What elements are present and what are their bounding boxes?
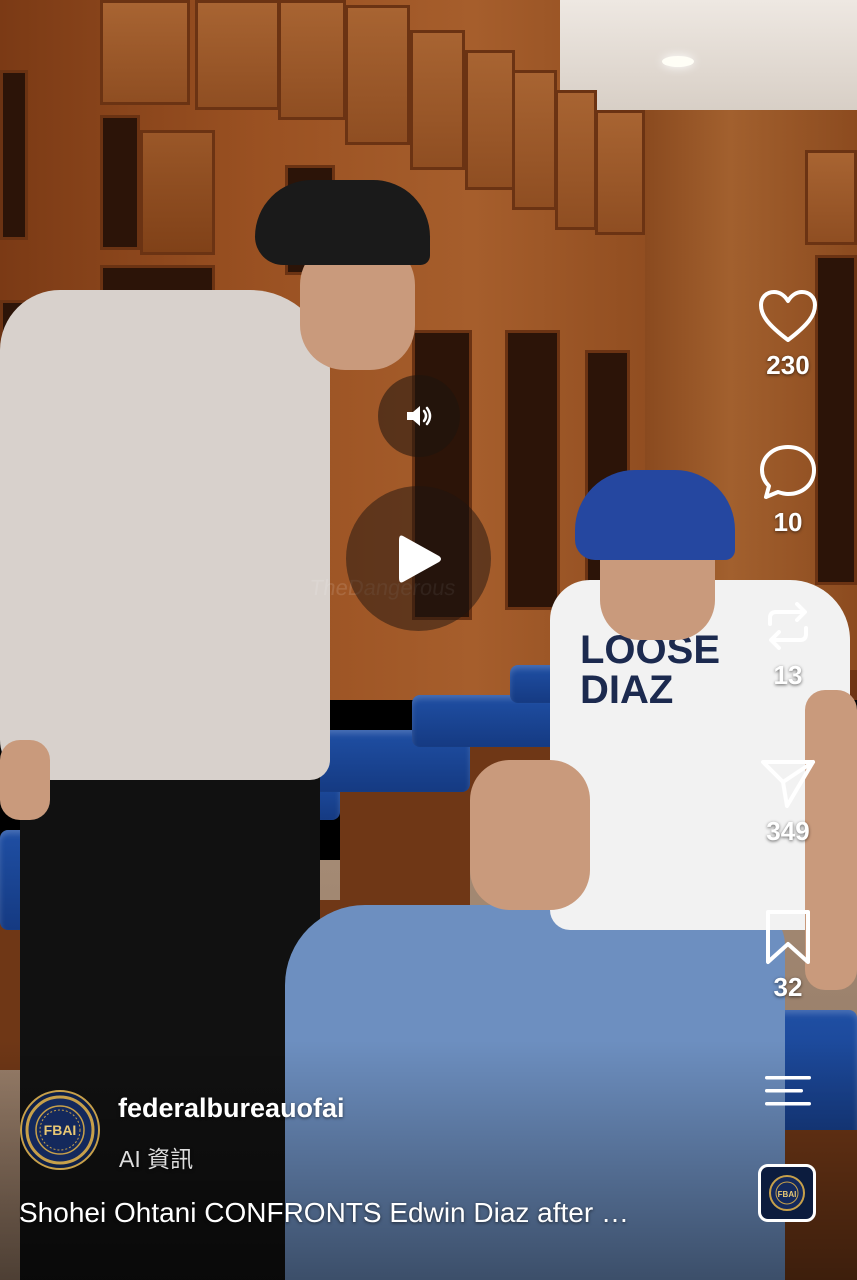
repost-icon[interactable]: [760, 598, 816, 654]
fbai-seal-logo: FBAI: [769, 1175, 805, 1211]
share-count: 349: [766, 816, 810, 846]
svg-text:FBAI: FBAI: [778, 1190, 797, 1199]
like-count: 230: [766, 350, 810, 380]
repost-count: 13: [773, 660, 803, 690]
share-action: 349: [752, 754, 824, 847]
reel-viewer: LOOSE DIAZ TheDangerous: [0, 0, 857, 1280]
comment-bubble-icon[interactable]: [758, 443, 818, 501]
save-action: 32: [752, 908, 824, 1003]
mute-button[interactable]: [378, 375, 460, 457]
shirt-line-2: DIAZ: [580, 668, 674, 712]
arm: [470, 760, 590, 910]
cabinet-door: [595, 110, 645, 235]
cabinet-door: [345, 5, 410, 145]
svg-text:FBAI: FBAI: [44, 1122, 77, 1138]
play-icon: [398, 535, 441, 582]
ceiling: [560, 0, 857, 110]
post-caption[interactable]: Shohei Ohtani CONFRONTS Edwin Diaz after…: [19, 1197, 709, 1229]
speaker-icon: [407, 406, 432, 426]
cabinet-door: [805, 150, 857, 245]
save-count: 32: [773, 972, 803, 1002]
like-action: 230: [752, 288, 824, 381]
locker-cubby: [100, 115, 140, 250]
heart-icon[interactable]: [757, 288, 819, 344]
play-button[interactable]: [346, 486, 491, 631]
cabinet-door: [512, 70, 557, 210]
bookmark-icon[interactable]: [762, 908, 814, 966]
username-link[interactable]: federalbureauofai: [118, 1093, 345, 1124]
hand: [0, 740, 50, 820]
cabinet-door: [555, 90, 597, 230]
repost-action: 13: [752, 598, 824, 691]
black-cap: [255, 180, 430, 265]
menu-icon[interactable]: [765, 1076, 811, 1106]
locker-cubby: [140, 130, 215, 255]
blue-cap: [575, 470, 735, 560]
audio-thumbnail[interactable]: FBAI: [758, 1164, 816, 1222]
locker-cubby: [0, 70, 28, 240]
shirt-lettering: LOOSE DIAZ: [580, 630, 720, 710]
locker-cubby: [505, 330, 560, 610]
avatar[interactable]: FBAI: [20, 1090, 100, 1170]
account-subtitle: AI 資訊: [119, 1146, 194, 1172]
send-icon[interactable]: [759, 754, 817, 810]
cabinet-door: [278, 0, 346, 120]
fbai-seal-logo: FBAI: [25, 1095, 95, 1165]
cabinet-door: [410, 30, 465, 170]
cabinet-door: [465, 50, 515, 190]
cabinet-door: [195, 0, 280, 110]
cabinet-door: [100, 0, 190, 105]
comment-action: 10: [752, 443, 824, 538]
comment-count: 10: [773, 507, 803, 537]
grey-jacket: [0, 290, 330, 780]
ceiling-light: [662, 56, 694, 67]
